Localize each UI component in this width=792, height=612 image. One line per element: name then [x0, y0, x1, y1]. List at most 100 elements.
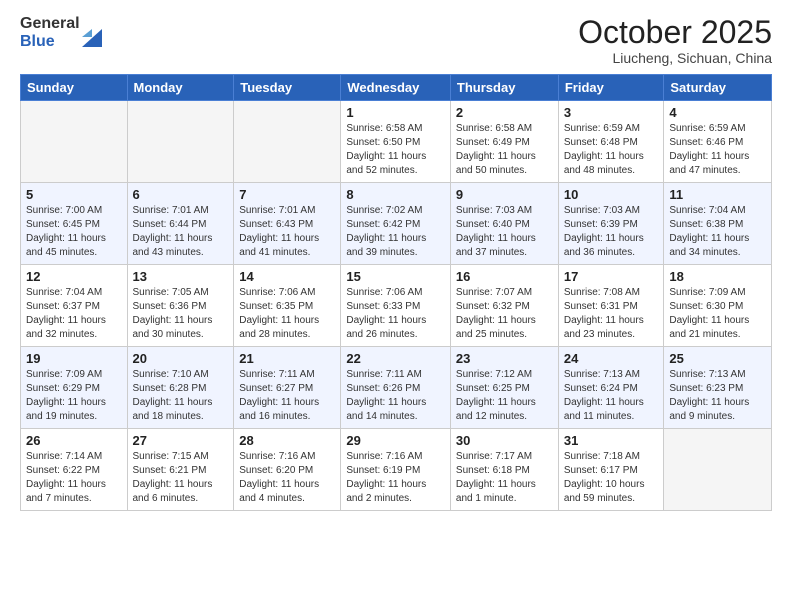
day-info: Sunrise: 7:06 AM Sunset: 6:33 PM Dayligh…: [346, 286, 445, 342]
calendar-cell: 29 Sunrise: 7:16 AM Sunset: 6:19 PM Dayli…: [341, 429, 451, 511]
day-info: Sunrise: 7:11 AM Sunset: 6:26 PM Dayligh…: [346, 368, 445, 424]
day-number: 2: [456, 105, 553, 120]
weekday-header-thursday: Thursday: [450, 75, 558, 101]
day-info: Sunrise: 7:04 AM Sunset: 6:38 PM Dayligh…: [669, 204, 766, 260]
calendar-cell: 3 Sunrise: 6:59 AM Sunset: 6:48 PM Daylig…: [558, 101, 664, 183]
weekday-header-sunday: Sunday: [21, 75, 128, 101]
weekday-header-wednesday: Wednesday: [341, 75, 451, 101]
day-number: 15: [346, 269, 445, 284]
day-info: Sunrise: 7:16 AM Sunset: 6:20 PM Dayligh…: [239, 450, 335, 506]
weekday-header-tuesday: Tuesday: [234, 75, 341, 101]
calendar-cell: 23Sunrise: 7:12 AM Sunset: 6:25 PM Dayli…: [450, 347, 558, 429]
day-number: 28: [239, 433, 335, 448]
weekday-header-friday: Friday: [558, 75, 664, 101]
calendar-cell: 20 Sunrise: 7:10 AM Sunset: 6:28 PM Dayli…: [127, 347, 234, 429]
day-info: Sunrise: 7:11 AM Sunset: 6:27 PM Dayligh…: [239, 368, 335, 424]
calendar-cell: 27 Sunrise: 7:15 AM Sunset: 6:21 PM Dayli…: [127, 429, 234, 511]
calendar-cell: 1Sunrise: 6:58 AM Sunset: 6:50 PM Daylig…: [341, 101, 451, 183]
calendar-cell: 28 Sunrise: 7:16 AM Sunset: 6:20 PM Dayli…: [234, 429, 341, 511]
day-info: Sunrise: 7:10 AM Sunset: 6:28 PM Dayligh…: [133, 368, 229, 424]
day-info: Sunrise: 7:04 AM Sunset: 6:37 PM Dayligh…: [26, 286, 122, 342]
day-info: Sunrise: 7:02 AM Sunset: 6:42 PM Dayligh…: [346, 204, 445, 260]
day-info: Sunrise: 7:13 AM Sunset: 6:23 PM Dayligh…: [669, 368, 766, 424]
logo-blue: Blue: [20, 33, 80, 51]
calendar-cell: 2 Sunrise: 6:58 AM Sunset: 6:49 PM Daylig…: [450, 101, 558, 183]
day-info: Sunrise: 7:18 AM Sunset: 6:17 PM Dayligh…: [564, 450, 659, 506]
day-info: Sunrise: 7:03 AM Sunset: 6:39 PM Dayligh…: [564, 204, 659, 260]
day-number: 11: [669, 187, 766, 202]
day-info: Sunrise: 6:58 AM Sunset: 6:49 PM Dayligh…: [456, 122, 553, 178]
day-info: Sunrise: 7:16 AM Sunset: 6:19 PM Dayligh…: [346, 450, 445, 506]
calendar-cell: [664, 429, 772, 511]
calendar-table: SundayMondayTuesdayWednesdayThursdayFrid…: [20, 74, 772, 511]
logo-general: General: [20, 15, 80, 33]
calendar-cell: 8 Sunrise: 7:02 AM Sunset: 6:42 PM Daylig…: [341, 183, 451, 265]
calendar-cell: 5 Sunrise: 7:00 AM Sunset: 6:45 PM Daylig…: [21, 183, 128, 265]
title-section: October 2025 Liucheng, Sichuan, China: [578, 15, 772, 66]
logo: General Blue: [20, 15, 102, 50]
day-number: 4: [669, 105, 766, 120]
calendar-cell: 17 Sunrise: 7:08 AM Sunset: 6:31 PM Dayli…: [558, 265, 664, 347]
calendar-cell: 16 Sunrise: 7:07 AM Sunset: 6:32 PM Dayli…: [450, 265, 558, 347]
day-number: 10: [564, 187, 659, 202]
calendar-cell: 10 Sunrise: 7:03 AM Sunset: 6:39 PM Dayli…: [558, 183, 664, 265]
logo-icon: [82, 19, 102, 47]
calendar-cell: 26 Sunrise: 7:14 AM Sunset: 6:22 PM Dayli…: [21, 429, 128, 511]
day-info: Sunrise: 7:01 AM Sunset: 6:44 PM Dayligh…: [133, 204, 229, 260]
calendar-cell: 12 Sunrise: 7:04 AM Sunset: 6:37 PM Dayli…: [21, 265, 128, 347]
calendar-cell: 31 Sunrise: 7:18 AM Sunset: 6:17 PM Dayli…: [558, 429, 664, 511]
calendar-cell: 22Sunrise: 7:11 AM Sunset: 6:26 PM Dayli…: [341, 347, 451, 429]
header: General Blue October 2025 Liucheng, Sich…: [20, 15, 772, 66]
day-info: Sunrise: 7:09 AM Sunset: 6:29 PM Dayligh…: [26, 368, 122, 424]
weekday-header-row: SundayMondayTuesdayWednesdayThursdayFrid…: [21, 75, 772, 101]
day-number: 16: [456, 269, 553, 284]
weekday-header-saturday: Saturday: [664, 75, 772, 101]
day-number: 17: [564, 269, 659, 284]
day-number: 1: [346, 105, 445, 120]
day-number: 5: [26, 187, 122, 202]
day-info: Sunrise: 7:05 AM Sunset: 6:36 PM Dayligh…: [133, 286, 229, 342]
calendar-cell: 21 Sunrise: 7:11 AM Sunset: 6:27 PM Dayli…: [234, 347, 341, 429]
day-info: Sunrise: 7:08 AM Sunset: 6:31 PM Dayligh…: [564, 286, 659, 342]
calendar-cell: 6 Sunrise: 7:01 AM Sunset: 6:44 PM Daylig…: [127, 183, 234, 265]
day-info: Sunrise: 7:07 AM Sunset: 6:32 PM Dayligh…: [456, 286, 553, 342]
calendar-week-row: 1Sunrise: 6:58 AM Sunset: 6:50 PM Daylig…: [21, 101, 772, 183]
calendar-cell: 9Sunrise: 7:03 AM Sunset: 6:40 PM Daylig…: [450, 183, 558, 265]
day-info: Sunrise: 7:03 AM Sunset: 6:40 PM Dayligh…: [456, 204, 553, 260]
calendar-cell: 13Sunrise: 7:05 AM Sunset: 6:36 PM Dayli…: [127, 265, 234, 347]
day-info: Sunrise: 6:59 AM Sunset: 6:48 PM Dayligh…: [564, 122, 659, 178]
day-info: Sunrise: 7:14 AM Sunset: 6:22 PM Dayligh…: [26, 450, 122, 506]
day-info: Sunrise: 6:59 AM Sunset: 6:46 PM Dayligh…: [669, 122, 766, 178]
day-number: 19: [26, 351, 122, 366]
day-number: 21: [239, 351, 335, 366]
day-info: Sunrise: 7:00 AM Sunset: 6:45 PM Dayligh…: [26, 204, 122, 260]
day-info: Sunrise: 7:12 AM Sunset: 6:25 PM Dayligh…: [456, 368, 553, 424]
day-number: 14: [239, 269, 335, 284]
day-number: 6: [133, 187, 229, 202]
day-number: 12: [26, 269, 122, 284]
day-number: 20: [133, 351, 229, 366]
day-info: Sunrise: 7:15 AM Sunset: 6:21 PM Dayligh…: [133, 450, 229, 506]
day-info: Sunrise: 7:13 AM Sunset: 6:24 PM Dayligh…: [564, 368, 659, 424]
day-number: 3: [564, 105, 659, 120]
calendar-week-row: 5 Sunrise: 7:00 AM Sunset: 6:45 PM Daylig…: [21, 183, 772, 265]
day-info: Sunrise: 7:09 AM Sunset: 6:30 PM Dayligh…: [669, 286, 766, 342]
day-number: 8: [346, 187, 445, 202]
calendar-cell: 11 Sunrise: 7:04 AM Sunset: 6:38 PM Dayli…: [664, 183, 772, 265]
day-number: 31: [564, 433, 659, 448]
day-number: 29: [346, 433, 445, 448]
day-number: 26: [26, 433, 122, 448]
calendar-cell: [21, 101, 128, 183]
day-number: 7: [239, 187, 335, 202]
calendar-cell: 24Sunrise: 7:13 AM Sunset: 6:24 PM Dayli…: [558, 347, 664, 429]
calendar-cell: 4 Sunrise: 6:59 AM Sunset: 6:46 PM Daylig…: [664, 101, 772, 183]
calendar-cell: 30Sunrise: 7:17 AM Sunset: 6:18 PM Dayli…: [450, 429, 558, 511]
weekday-header-monday: Monday: [127, 75, 234, 101]
day-number: 27: [133, 433, 229, 448]
calendar-cell: [127, 101, 234, 183]
day-info: Sunrise: 7:01 AM Sunset: 6:43 PM Dayligh…: [239, 204, 335, 260]
calendar-week-row: 19 Sunrise: 7:09 AM Sunset: 6:29 PM Dayli…: [21, 347, 772, 429]
day-number: 18: [669, 269, 766, 284]
calendar-cell: 15 Sunrise: 7:06 AM Sunset: 6:33 PM Dayli…: [341, 265, 451, 347]
page: General Blue October 2025 Liucheng, Sich…: [0, 0, 792, 612]
